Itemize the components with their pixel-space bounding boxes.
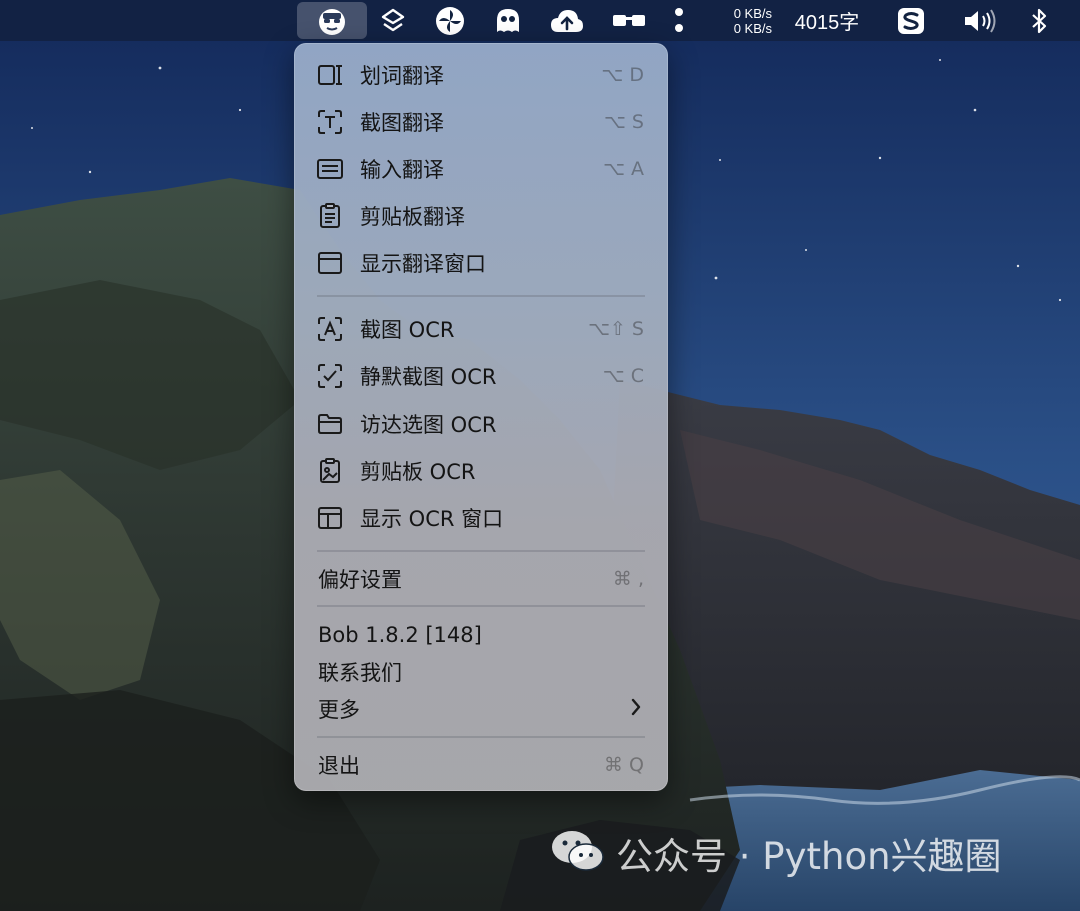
menu-item-label: 联系我们 [318,661,402,685]
menu-bar: 0 KB/s 0 KB/s 4015字 [0,0,1080,41]
separator [317,736,645,738]
menu-item-label: 更多 [318,698,360,722]
shortcut: ⌥ A [603,158,644,180]
shortcut: ⌘ Q [604,754,644,776]
window-icon [316,249,344,277]
menu-item-preferences[interactable]: 偏好设置 ⌘ , [294,559,668,599]
menu-item-show-translate-window[interactable]: 显示翻译窗口 [294,243,668,283]
menu-item-more[interactable]: 更多 [294,689,668,729]
menu-item-label: 静默截图 OCR [360,365,497,389]
menu-item-show-ocr-window[interactable]: 显示 OCR 窗口 [294,498,668,538]
chevron-right-icon [630,697,642,721]
bob-dropdown-menu: 划词翻译 ⌥ D 截图翻译 ⌥ S 输入翻译 ⌥ A 剪贴板翻译 显示翻译窗口 … [294,43,668,791]
menu-item-silent-screenshot-ocr[interactable]: 静默截图 OCR ⌥ C [294,356,668,396]
shortcut: ⌥ C [602,365,644,387]
menu-item-label: 输入翻译 [360,158,444,182]
menu-item-label: 剪贴板 OCR [360,460,476,484]
menu-item-contact[interactable]: 联系我们 [294,652,668,692]
menu-item-finder-ocr[interactable]: 访达选图 OCR [294,404,668,444]
ocr-window-icon [316,504,344,532]
ghost-icon[interactable] [490,0,526,41]
shortcut: ⌥ S [604,111,644,133]
menu-item-label: 显示翻译窗口 [360,252,486,276]
screenshot-text-icon [316,108,344,136]
volume-icon[interactable] [960,0,1000,41]
version-label: Bob 1.8.2 [148] [318,623,482,647]
menu-item-label: 退出 [318,754,360,778]
network-speed[interactable]: 0 KB/s 0 KB/s [712,6,772,36]
separator [317,550,645,552]
watermark-text: 公众号 · Python兴趣圈 [616,835,1002,878]
clipboard-image-icon [316,457,344,485]
watermark: 公众号 · Python兴趣圈 [550,828,1002,878]
menu-item-select-translate[interactable]: 划词翻译 ⌥ D [294,55,668,95]
menu-item-clipboard-ocr[interactable]: 剪贴板 OCR [294,451,668,491]
separator [317,605,645,607]
silent-ocr-icon [316,362,344,390]
shortcut: ⌥⇧ S [588,318,644,340]
menu-item-label: 截图翻译 [360,111,444,135]
screenshot-ocr-icon [316,315,344,343]
keyboard-icon [316,155,344,183]
menu-item-input-translate[interactable]: 输入翻译 ⌥ A [294,149,668,189]
wechat-icon [550,829,606,877]
sogou-icon[interactable] [894,0,928,41]
shortcut: ⌥ D [601,64,644,86]
menu-item-label: 显示 OCR 窗口 [360,507,504,531]
layers-icon[interactable] [376,0,410,41]
menu-item-label: 截图 OCR [360,318,455,342]
menu-item-screenshot-ocr[interactable]: 截图 OCR ⌥⇧ S [294,309,668,349]
more-vertical-icon[interactable] [668,0,690,41]
net-up: 0 KB/s [733,6,772,21]
separator [317,295,645,297]
menu-item-clipboard-translate[interactable]: 剪贴板翻译 [294,196,668,236]
word-count[interactable]: 4015字 [786,0,868,41]
menu-item-label: 剪贴板翻译 [360,205,465,229]
menu-item-label: 划词翻译 [360,64,444,88]
bob-app-icon[interactable] [297,2,367,39]
menu-item-label: 访达选图 OCR [360,413,497,437]
cloud-upload-icon[interactable] [547,0,587,41]
bluetooth-icon[interactable] [1026,0,1052,41]
net-down: 0 KB/s [733,21,772,36]
folder-icon [316,410,344,438]
menu-item-quit[interactable]: 退出 ⌘ Q [294,745,668,785]
pinwheel-icon[interactable] [432,0,468,41]
text-select-icon [316,61,344,89]
glasses-icon[interactable] [610,0,648,41]
menu-item-label: 偏好设置 [318,568,402,592]
clipboard-icon [316,202,344,230]
shortcut: ⌘ , [612,568,644,590]
menu-item-screenshot-translate[interactable]: 截图翻译 ⌥ S [294,102,668,142]
menu-item-version: Bob 1.8.2 [148] [294,615,668,655]
